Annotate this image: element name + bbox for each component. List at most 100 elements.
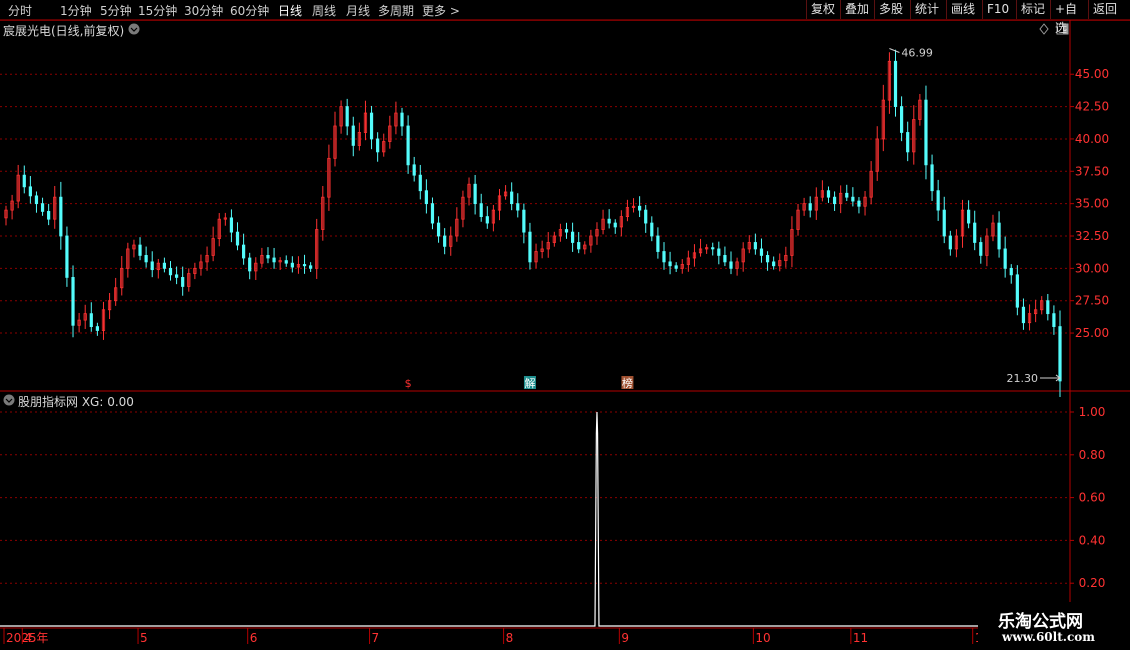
candle-body bbox=[485, 216, 489, 224]
candle-body bbox=[162, 262, 167, 269]
sub-y-tick-label: 0.40 bbox=[1079, 533, 1106, 547]
candle-body bbox=[607, 218, 611, 224]
toolbar-button-0[interactable]: 复权 bbox=[806, 0, 840, 19]
candle-body bbox=[71, 277, 75, 326]
toolbar-button-7[interactable]: +自选 bbox=[1050, 0, 1088, 35]
candle-body bbox=[266, 255, 270, 259]
candle-body bbox=[229, 217, 234, 233]
candle-body bbox=[936, 190, 940, 211]
candle-body bbox=[510, 191, 514, 205]
candle-body bbox=[443, 235, 447, 247]
candle-body bbox=[430, 203, 435, 224]
event-marker: 榜 bbox=[622, 376, 633, 390]
candle-body bbox=[973, 222, 977, 243]
y-tick-label: 25.00 bbox=[1075, 326, 1109, 340]
candle-body bbox=[924, 99, 928, 166]
main-chart-title: 宸展光电(日线,前复权) bbox=[3, 24, 125, 38]
candle-body bbox=[577, 242, 581, 250]
candle-body bbox=[930, 164, 934, 192]
indicator-dropdown-icon bbox=[3, 394, 15, 406]
candle-body bbox=[369, 112, 374, 140]
candle-body bbox=[242, 244, 246, 259]
candle-body bbox=[832, 196, 837, 205]
candle-body bbox=[729, 261, 733, 269]
candle-body bbox=[28, 186, 32, 197]
candle-body bbox=[772, 261, 776, 267]
date-tick-label: 9 bbox=[621, 631, 629, 645]
date-tick-label: 5 bbox=[140, 631, 148, 645]
y-tick-label: 32.50 bbox=[1075, 229, 1109, 243]
low-pointer bbox=[1040, 374, 1061, 382]
candle-body bbox=[948, 235, 952, 250]
candle-body bbox=[845, 192, 849, 198]
sub-y-tick-label: 1.00 bbox=[1079, 405, 1106, 419]
candle-body bbox=[436, 222, 441, 237]
candle-body bbox=[516, 203, 520, 211]
diamond-icon bbox=[1039, 23, 1049, 35]
candle-body bbox=[1009, 267, 1013, 276]
candle-body bbox=[284, 260, 288, 264]
candles bbox=[4, 49, 1062, 397]
candle-body bbox=[638, 205, 642, 211]
candle-body bbox=[528, 231, 532, 263]
toolbar-button-1[interactable]: 叠加 bbox=[840, 0, 874, 19]
candle-body bbox=[997, 222, 1001, 250]
candle-body bbox=[351, 125, 355, 146]
candle-body bbox=[979, 242, 983, 256]
date-tick-label: 4 bbox=[24, 631, 32, 645]
candle-body bbox=[144, 255, 148, 263]
toolbar-button-6[interactable]: 标记 bbox=[1016, 0, 1050, 19]
y-tick-label: 35.00 bbox=[1075, 197, 1109, 211]
candle-body bbox=[571, 231, 575, 243]
candle-body bbox=[272, 257, 276, 263]
y-tick-label: 37.50 bbox=[1075, 164, 1109, 178]
indicator-title: 股朋指标网 XG: 0.00 bbox=[18, 395, 134, 409]
candle-body bbox=[893, 60, 898, 107]
candle-body bbox=[95, 326, 99, 331]
candle-body bbox=[47, 211, 51, 220]
candle-body bbox=[22, 174, 26, 188]
candle-body bbox=[345, 106, 349, 127]
date-tick-label: 11 bbox=[853, 631, 868, 645]
candle-body bbox=[826, 190, 831, 198]
candle-body bbox=[290, 262, 294, 268]
candle-body bbox=[650, 222, 654, 237]
candle-body bbox=[1046, 300, 1050, 315]
toolbar-button-3[interactable]: 统计 bbox=[910, 0, 946, 19]
candle-body bbox=[424, 190, 428, 205]
toolbar-button-8[interactable]: 返回 bbox=[1088, 0, 1130, 19]
candle-body bbox=[808, 203, 812, 211]
candle-body bbox=[1021, 306, 1026, 324]
candle-body bbox=[522, 209, 526, 233]
candle-body bbox=[656, 235, 660, 252]
candle-body bbox=[668, 261, 672, 267]
candle-body bbox=[418, 174, 422, 192]
candle-body bbox=[662, 251, 666, 263]
candle-body bbox=[857, 200, 861, 207]
toolbar-button-4[interactable]: 画线 bbox=[946, 0, 982, 19]
candle-body bbox=[59, 196, 63, 237]
toolbar-button-2[interactable]: 多股 bbox=[874, 0, 910, 19]
candle-body bbox=[40, 203, 45, 212]
candle-body bbox=[967, 209, 971, 224]
y-tick-label: 42.50 bbox=[1075, 100, 1109, 114]
candle-body bbox=[248, 257, 252, 272]
candle-body bbox=[723, 255, 727, 263]
candle-body bbox=[906, 132, 910, 153]
date-tick-label: 6 bbox=[250, 631, 258, 645]
candle-body bbox=[181, 277, 185, 287]
candle-body bbox=[34, 195, 39, 205]
candle-body bbox=[168, 267, 173, 276]
candle-body bbox=[711, 247, 715, 250]
y-tick-label: 30.00 bbox=[1075, 261, 1109, 275]
sub-y-tick-label: 0.80 bbox=[1079, 448, 1106, 462]
y-tick-label: 45.00 bbox=[1075, 67, 1109, 81]
candle-body bbox=[717, 248, 721, 256]
candle-body bbox=[406, 125, 410, 166]
candle-body bbox=[674, 265, 678, 269]
candle-body bbox=[174, 274, 179, 278]
candle-body bbox=[942, 209, 946, 237]
candle-body bbox=[138, 244, 142, 256]
candle-body bbox=[473, 183, 477, 205]
toolbar-button-5[interactable]: F10 bbox=[982, 0, 1016, 19]
